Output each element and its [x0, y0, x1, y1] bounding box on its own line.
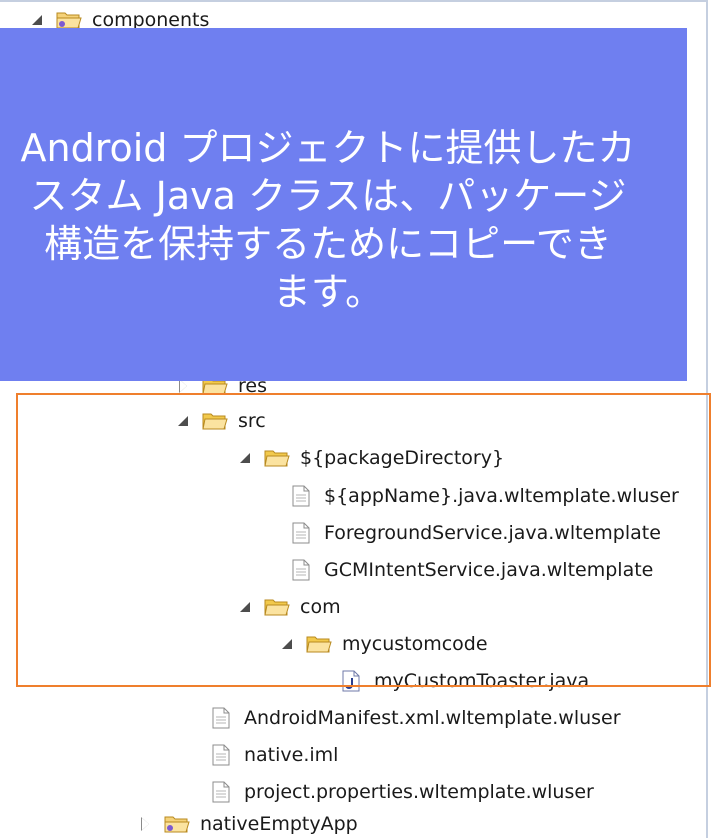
highlight-box	[16, 393, 711, 687]
tree-item-native-empty-app[interactable]: nativeEmptyApp	[138, 808, 358, 840]
tree-item-project-properties[interactable]: project.properties.wltemplate.wluser	[208, 776, 594, 808]
project-folder-icon	[164, 813, 190, 835]
callout-line: ます。	[272, 270, 384, 314]
file-icon	[208, 744, 234, 766]
tree-item-label: nativeEmptyApp	[200, 813, 358, 835]
tree-item-label: native.iml	[244, 744, 339, 766]
tree-item-android-manifest[interactable]: AndroidManifest.xml.wltemplate.wluser	[208, 702, 621, 734]
tree-item-label: project.properties.wltemplate.wluser	[244, 781, 594, 803]
callout-line: Android プロジェクトに提供したカ	[20, 126, 636, 170]
callout-line: スタム Java クラスは、パッケージ	[29, 174, 627, 218]
expand-toggle-icon[interactable]	[30, 12, 46, 28]
callout-overlay: Android プロジェクトに提供したカ スタム Java クラスは、パッケージ…	[0, 28, 687, 381]
collapse-toggle-icon[interactable]	[138, 816, 154, 832]
file-icon	[208, 707, 234, 729]
file-icon	[208, 781, 234, 803]
callout-line: 構造を保持するためにコピーでき	[44, 222, 612, 266]
callout-text: Android プロジェクトに提供したカ スタム Java クラスは、パッケージ…	[0, 124, 687, 316]
tree-item-label: AndroidManifest.xml.wltemplate.wluser	[244, 707, 621, 729]
tree-item-native-iml[interactable]: native.iml	[208, 739, 338, 771]
